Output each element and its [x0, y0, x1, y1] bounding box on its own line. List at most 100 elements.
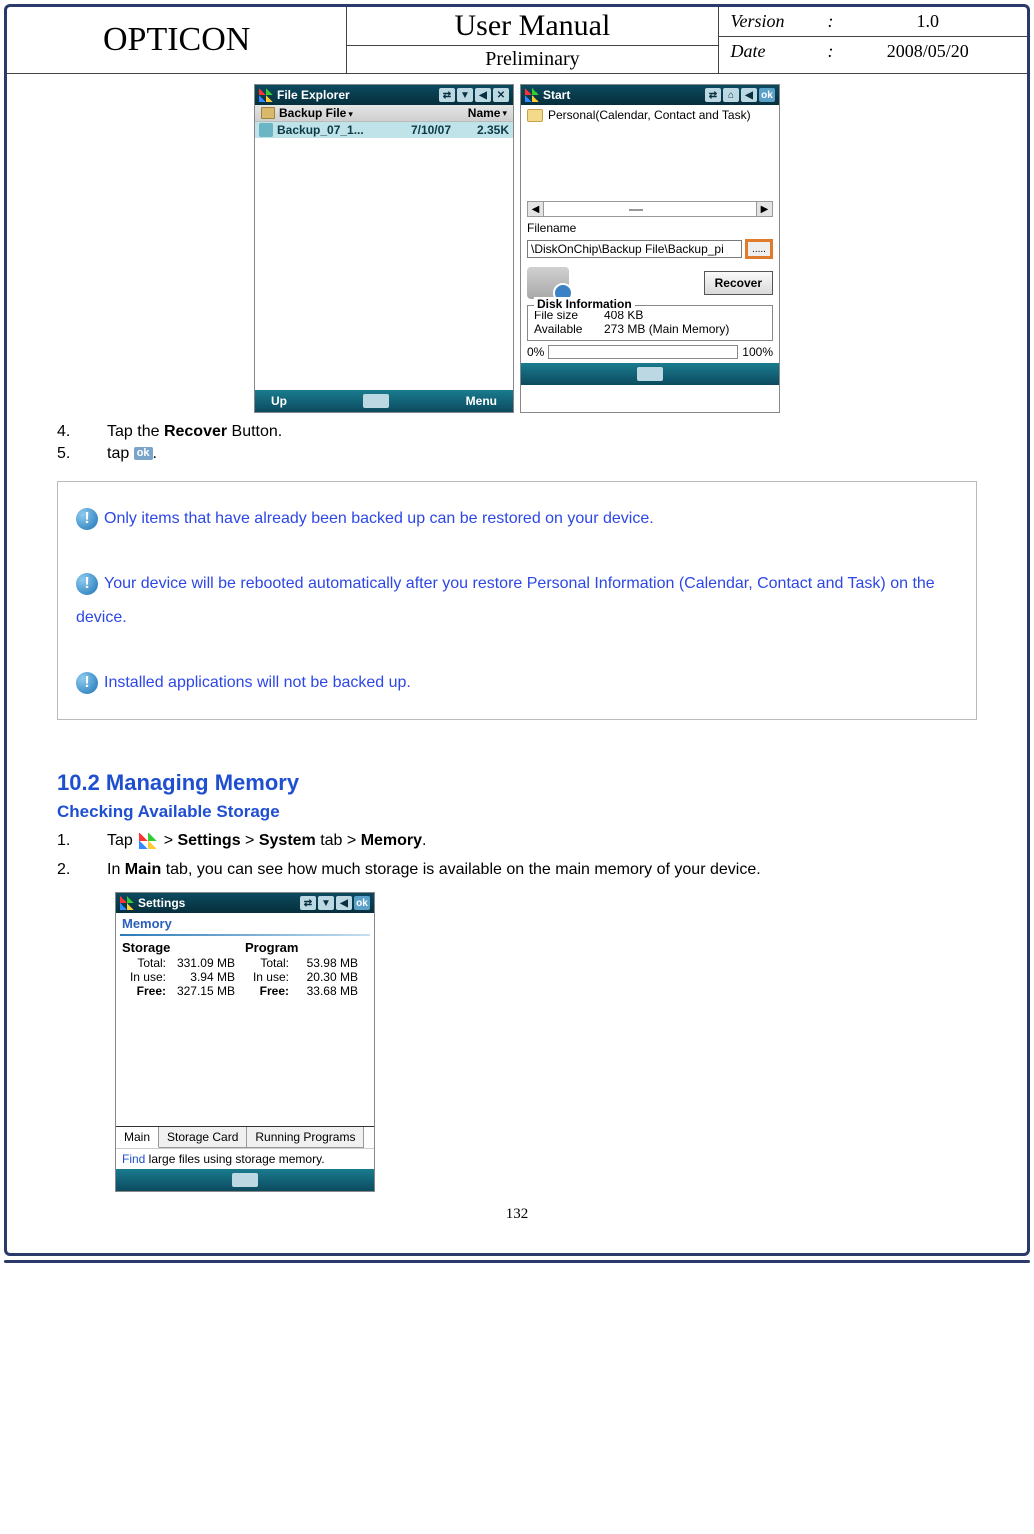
windows-flag-icon	[259, 88, 273, 102]
version-value: 1.0	[841, 11, 1015, 32]
colon: :	[821, 41, 841, 62]
scroll-left-icon[interactable]: ◀	[528, 202, 544, 216]
status-icon: ⇄	[439, 88, 455, 102]
storage-inuse: 3.94 MB	[170, 970, 245, 984]
memory-hint: Find large files using storage memory.	[116, 1148, 374, 1169]
scroll-thumb[interactable]	[629, 209, 643, 211]
note-2: !Your device will be rebooted automatica…	[76, 567, 958, 634]
progress-row: 0% 100%	[521, 345, 779, 363]
ok-button[interactable]: ok	[759, 88, 775, 102]
available-value: 273 MB (Main Memory)	[604, 322, 766, 336]
version-label: Version	[731, 11, 821, 32]
pim-folder-row[interactable]: Personal(Calendar, Contact and Task)	[521, 105, 779, 125]
start-flag-icon	[139, 833, 157, 849]
note-3: !Installed applications will not be back…	[76, 666, 958, 700]
step-5: 5. tap ok.	[57, 445, 977, 463]
footer-rule	[4, 1260, 1030, 1263]
windows-flag-icon	[120, 896, 134, 910]
ok-icon: ok	[134, 447, 153, 460]
memory-bold: Memory	[361, 832, 422, 849]
date-value: 2008/05/20	[841, 41, 1015, 62]
program-total: 53.98 MB	[293, 956, 368, 970]
find-link[interactable]: Find	[122, 1152, 145, 1166]
keyboard-icon[interactable]	[363, 394, 389, 408]
status-icon: ◀	[336, 896, 352, 910]
file-explorer-screenshot: File Explorer ⇄ ▼ ◀ ✕ Backup File▾ Name▾…	[254, 84, 514, 413]
storage-heading: Storage	[122, 940, 245, 955]
colon: :	[821, 11, 841, 32]
info-icon: !	[76, 573, 98, 595]
settings-bold: Settings	[177, 832, 240, 849]
disk-information-group: Disk Information File size 408 KB Availa…	[527, 305, 773, 341]
sort-dropdown[interactable]: Name▾	[468, 106, 507, 120]
page-number: 132	[57, 1206, 977, 1223]
step-number: 4.	[57, 423, 107, 441]
storage-column: Storage Total:331.09 MB In use:3.94 MB F…	[122, 940, 245, 998]
main-bold: Main	[125, 861, 161, 878]
folder-dropdown[interactable]: Backup File▾	[279, 106, 353, 120]
brand-cell: OPTICON	[7, 7, 347, 73]
status-icon: ⌂	[723, 88, 739, 102]
progress-left: 0%	[527, 345, 544, 359]
available-label: Available	[534, 322, 604, 336]
progress-bar	[548, 345, 738, 359]
browse-button[interactable]: .....	[745, 239, 773, 259]
status-icon: ▼	[457, 88, 473, 102]
storage-total: 331.09 MB	[170, 956, 245, 970]
tab-storage-card[interactable]: Storage Card	[159, 1127, 247, 1148]
status-icon: ◀	[475, 88, 491, 102]
memory-step-1: 1. Tap > Settings > System tab > Memory.	[57, 832, 977, 850]
softkey-menu[interactable]: Menu	[466, 394, 497, 408]
document-header: OPTICON User Manual Preliminary Version …	[7, 7, 1027, 74]
horizontal-scrollbar[interactable]: ◀ ▶	[527, 201, 773, 217]
progress-right: 100%	[742, 345, 773, 359]
note-1: !Only items that have already been backe…	[76, 502, 958, 536]
title-cell: User Manual Preliminary	[347, 7, 718, 73]
info-icon: !	[76, 508, 98, 530]
softkey-up[interactable]: Up	[271, 394, 287, 408]
folder-icon	[527, 109, 543, 122]
keyboard-icon[interactable]	[232, 1173, 258, 1187]
info-icon: !	[76, 672, 98, 694]
program-free: 33.68 MB	[293, 984, 368, 998]
memory-page-title: Memory	[116, 913, 374, 934]
file-name: Backup_07_1...	[277, 123, 393, 137]
section-heading: 10.2 Managing Memory	[57, 770, 977, 796]
step-4: 4. Tap the Recover Button.	[57, 423, 977, 441]
status-icon: ▼	[318, 896, 334, 910]
program-column: Program Total:53.98 MB In use:20.30 MB F…	[245, 940, 368, 998]
screenshots-row: File Explorer ⇄ ▼ ◀ ✕ Backup File▾ Name▾…	[57, 84, 977, 413]
memory-steps: 1. Tap > Settings > System tab > Memory.…	[57, 832, 977, 886]
filename-label: Filename	[521, 219, 779, 237]
keyboard-icon[interactable]	[637, 367, 663, 381]
file-date: 7/10/07	[393, 123, 451, 137]
date-label: Date	[731, 41, 821, 62]
close-icon[interactable]: ✕	[493, 88, 509, 102]
windows-flag-icon	[525, 88, 539, 102]
recover-bold: Recover	[164, 423, 227, 440]
disk-info-legend: Disk Information	[534, 297, 635, 311]
doc-subtitle: Preliminary	[347, 46, 717, 73]
file-row[interactable]: Backup_07_1... 7/10/07 2.35K	[255, 122, 513, 138]
disk-icon	[527, 267, 569, 299]
subsection-heading: Checking Available Storage	[57, 802, 977, 822]
restore-screenshot: Start ⇄ ⌂ ◀ ok Personal(Calendar, Contac…	[520, 84, 780, 413]
filename-input[interactable]	[527, 240, 742, 258]
tab-running-programs[interactable]: Running Programs	[247, 1127, 364, 1148]
steps-list: 4. Tap the Recover Button. 5. tap ok.	[57, 423, 977, 463]
window-title: Start	[543, 88, 705, 102]
status-icon: ◀	[741, 88, 757, 102]
ok-button[interactable]: ok	[354, 896, 370, 910]
system-bold: System	[259, 832, 316, 849]
folder-icon	[261, 107, 275, 119]
storage-free: 327.15 MB	[170, 984, 245, 998]
file-icon	[259, 123, 273, 137]
scroll-right-icon[interactable]: ▶	[756, 202, 772, 216]
memory-tabs: Main Storage Card Running Programs	[116, 1126, 374, 1148]
status-icon: ⇄	[300, 896, 316, 910]
tab-main[interactable]: Main	[116, 1127, 159, 1148]
pim-label: Personal(Calendar, Contact and Task)	[548, 108, 751, 122]
doc-title: User Manual	[347, 7, 717, 46]
memory-screenshot: Settings ⇄ ▼ ◀ ok Memory Storage Total:3…	[115, 892, 375, 1192]
recover-button[interactable]: Recover	[704, 271, 773, 295]
